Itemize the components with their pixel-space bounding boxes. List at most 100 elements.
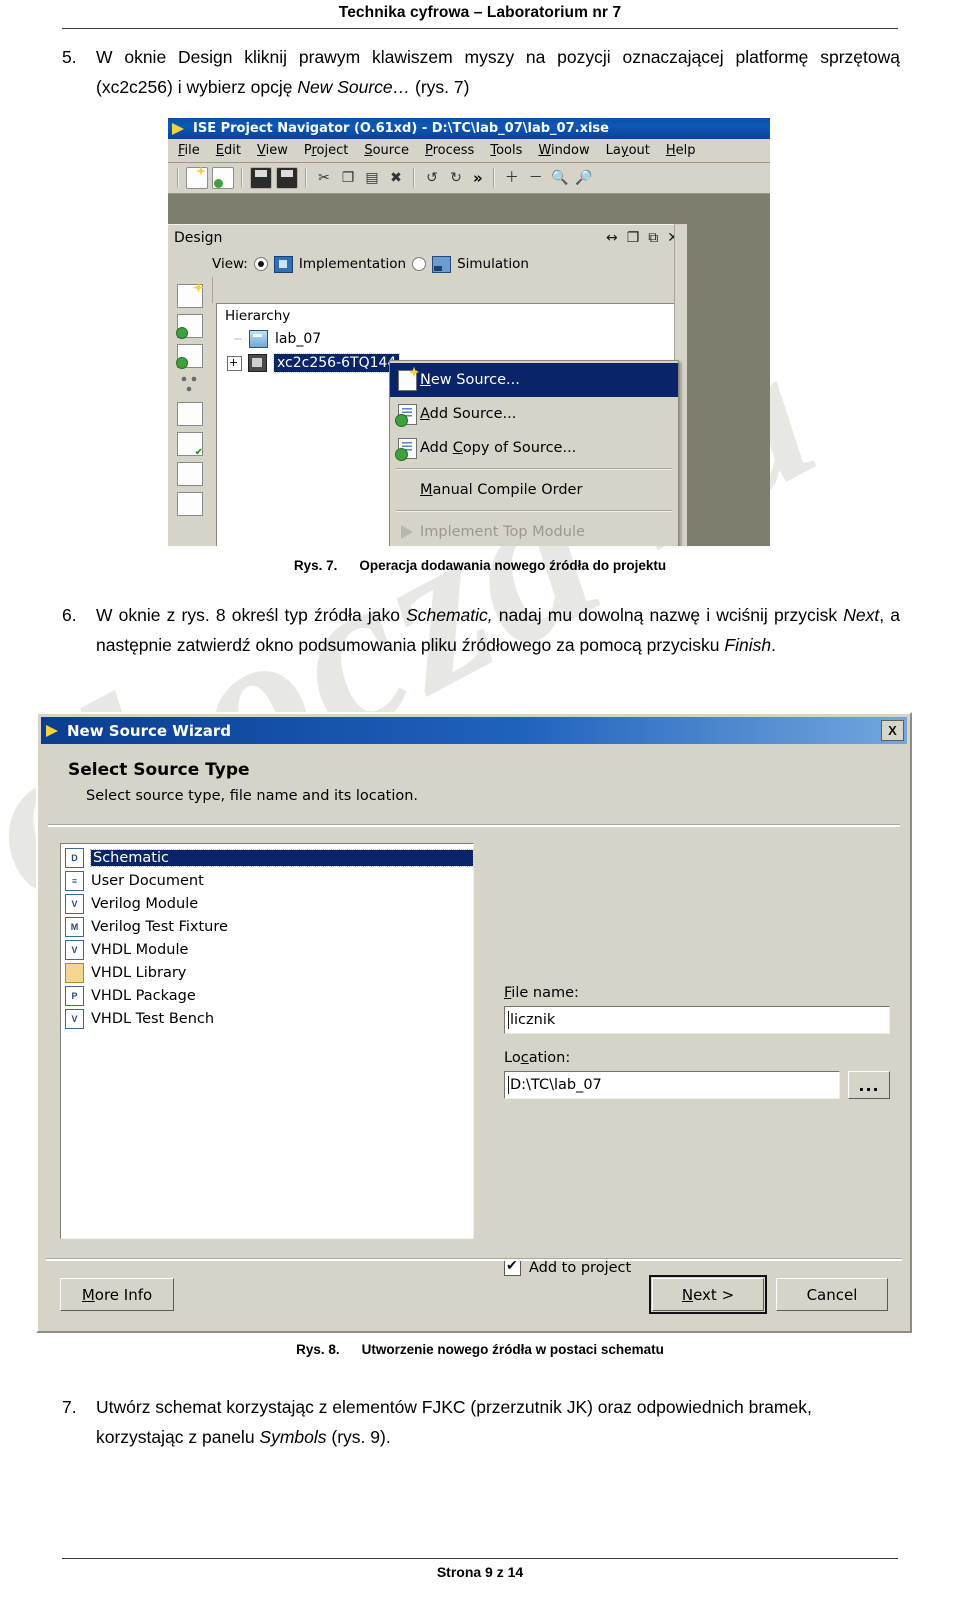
source-type-label: VHDL Test Bench (91, 1010, 215, 1027)
context-menu-item-add-source[interactable]: Add Source... (390, 397, 678, 431)
add-source-rail-icon[interactable] (176, 314, 203, 339)
list-item-number: 5. (62, 47, 77, 67)
verilog-module-icon: V (65, 893, 84, 914)
menu-edit[interactable]: Edit (216, 143, 241, 158)
menu-tools[interactable]: Tools (490, 143, 522, 158)
implement-top-module-icon (394, 525, 420, 539)
source-type-vhdl-library[interactable]: VHDL Library (61, 961, 473, 984)
new-source-wizard-screenshot: New Source Wizard X Select Source Type S… (36, 712, 912, 1333)
source-type-label: Schematic (90, 848, 474, 867)
toolbar-overflow-icon[interactable]: » (470, 169, 486, 187)
save-all-icon[interactable] (276, 167, 298, 189)
context-menu-separator (396, 510, 672, 512)
design-more-rail-icon[interactable] (177, 492, 203, 516)
figure-caption-7-number: Rys. 7. (293, 558, 338, 573)
radio-simulation[interactable] (412, 257, 427, 271)
browse-button[interactable]: ... (848, 1071, 890, 1099)
new-source-rail-icon[interactable] (177, 284, 203, 308)
schematic-icon: D (65, 847, 84, 868)
next-button[interactable]: Next > (649, 1275, 767, 1314)
tree-item-project[interactable]: ┈ lab_07 (217, 327, 682, 351)
design-utilities-rail-icon[interactable] (177, 462, 203, 486)
design-summary-rail-icon[interactable] (177, 402, 203, 426)
source-type-schematic[interactable]: D Schematic (61, 846, 474, 869)
panel-restore-icon[interactable]: ⧉ (648, 230, 658, 246)
context-menu-item-manual-compile-order[interactable]: Manual Compile Order (390, 473, 678, 507)
menu-view[interactable]: View (257, 143, 288, 158)
zoom-in-icon[interactable]: ＋ (502, 168, 522, 188)
file-name-input[interactable]: licznik (504, 1006, 890, 1034)
zoom-out-icon[interactable]: － (526, 168, 546, 188)
undo-icon[interactable]: ↺ (422, 168, 442, 188)
source-type-label: Verilog Test Fixture (91, 918, 228, 935)
ise-menu-bar[interactable]: File Edit View Project Source Process To… (168, 139, 770, 163)
design-panel-header: Design ↔ ❐ ⧉ ✕ (168, 225, 687, 251)
item7-part1: Utwórz schemat korzystając z elementów F… (96, 1397, 812, 1447)
delete-icon[interactable]: ✖ (386, 168, 406, 188)
context-menu-item-add-copy-of-source[interactable]: Add Copy of Source... (390, 431, 678, 465)
workspace-background (687, 224, 770, 546)
list-item: 5. W oknie Design kliknij prawym klawisz… (62, 42, 900, 102)
menu-project[interactable]: Project (304, 143, 349, 158)
view-selector-row: View: Implementation Simulation (168, 251, 687, 277)
menu-window[interactable]: Window (538, 143, 589, 158)
new-file-icon[interactable] (186, 167, 208, 189)
vhdl-package-icon: P (65, 985, 84, 1006)
save-icon[interactable] (250, 167, 272, 189)
implementation-icon (273, 255, 293, 273)
simulation-icon (432, 255, 452, 273)
list-item: 7. Utwórz schemat korzystając z elementó… (62, 1392, 900, 1452)
source-type-verilog-module[interactable]: V Verilog Module (61, 892, 473, 915)
menu-source[interactable]: Source (364, 143, 409, 158)
design-goals-rail-icon[interactable] (177, 432, 203, 458)
location-input[interactable]: D:\TC\lab_07 (504, 1071, 840, 1099)
hierarchy-header: Hierarchy (216, 303, 683, 329)
more-info-button[interactable]: More Info (60, 1278, 174, 1311)
find-icon[interactable]: 🔍 (550, 168, 570, 188)
panel-maximize-icon[interactable]: ❐ (627, 230, 640, 246)
item6-emphasis-3: Finish (724, 635, 772, 655)
expand-icon[interactable] (227, 355, 242, 371)
source-type-vhdl-package[interactable]: P VHDL Package (61, 984, 473, 1007)
context-menu-item-label: Implement Top Module (420, 524, 585, 540)
menu-layout[interactable]: Layout (606, 143, 650, 158)
redo-icon[interactable]: ↻ (446, 168, 466, 188)
close-icon[interactable]: X (881, 720, 904, 741)
verilog-test-fixture-icon: M (65, 916, 84, 937)
header-divider (62, 28, 898, 29)
context-menu-separator (396, 468, 672, 470)
user-document-icon: ≡ (65, 870, 84, 891)
add-copy-source-rail-icon[interactable] (176, 344, 203, 369)
item6-part4: . (771, 635, 776, 655)
source-type-verilog-test-fixture[interactable]: M Verilog Test Fixture (61, 915, 473, 938)
cancel-button[interactable]: Cancel (776, 1278, 888, 1311)
find-next-icon[interactable]: 🔎 (574, 168, 594, 188)
toolbar-separator (305, 168, 307, 188)
ise-toolbar[interactable]: ✂ ❐ ▤ ✖ ↺ ↻ » ＋ － 🔍 🔎 (168, 163, 770, 194)
toolbar-separator (492, 168, 495, 188)
panel-dock-icon[interactable]: ↔ (606, 230, 618, 246)
source-type-vhdl-module[interactable]: V VHDL Module (61, 938, 473, 961)
menu-process[interactable]: Process (425, 143, 474, 158)
item6-emphasis-2: Next (843, 605, 880, 625)
open-file-icon[interactable] (212, 167, 234, 189)
manual-compile-order-rail-icon[interactable] (178, 374, 202, 396)
radio-implementation[interactable] (253, 257, 268, 271)
page-header-title: Technika cyfrowa – Laboratorium nr 7 (338, 4, 622, 21)
paste-icon[interactable]: ▤ (362, 168, 382, 188)
menu-help[interactable]: Help (666, 143, 696, 158)
cut-icon[interactable]: ✂ (314, 168, 334, 188)
context-menu-item-new-source[interactable]: New Source... (390, 363, 678, 397)
menu-file[interactable]: File (178, 143, 200, 158)
source-type-list[interactable]: D Schematic ≡ User Document V Verilog Mo… (60, 843, 474, 1239)
text-caret (508, 1011, 509, 1029)
design-panel-toolbar-rail[interactable] (168, 277, 213, 546)
source-context-menu[interactable]: New Source... Add Source... Add Copy of … (389, 360, 679, 546)
vhdl-test-bench-icon: V (65, 1008, 84, 1029)
item5-emphasis: New Source… (297, 77, 411, 97)
source-type-user-document[interactable]: ≡ User Document (61, 869, 473, 892)
copy-icon[interactable]: ❐ (338, 168, 358, 188)
source-type-vhdl-test-bench[interactable]: V VHDL Test Bench (61, 1007, 473, 1030)
vhdl-library-icon (65, 962, 84, 983)
view-implementation-label: Implementation (298, 256, 407, 272)
